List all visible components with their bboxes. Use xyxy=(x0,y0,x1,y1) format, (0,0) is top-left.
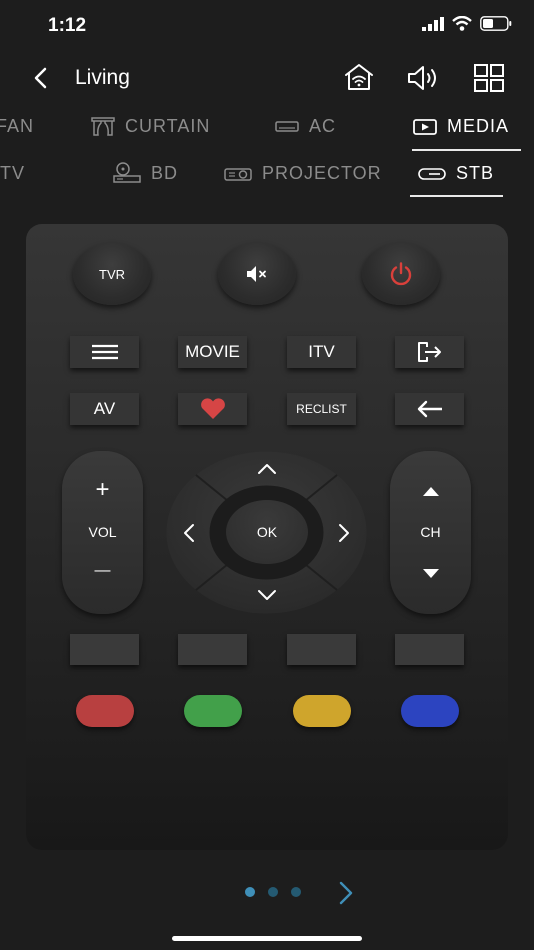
function-button-1[interactable] xyxy=(70,634,139,665)
home-indicator[interactable] xyxy=(172,936,362,941)
mute-icon xyxy=(247,266,266,282)
power-button[interactable] xyxy=(362,243,440,305)
tab-media-label: MEDIA xyxy=(447,116,510,136)
chevron-left-icon xyxy=(34,67,47,89)
red-button[interactable] xyxy=(76,695,134,727)
menu-button[interactable] xyxy=(70,336,139,368)
channel-label: CH xyxy=(420,524,441,540)
ac-icon xyxy=(275,120,299,132)
chevron-right-icon xyxy=(339,524,349,542)
channel-up-button[interactable] xyxy=(390,480,471,502)
tab-projector-label: PROJECTOR xyxy=(262,163,382,183)
dpad-up-button[interactable] xyxy=(252,458,282,480)
tab-bd-label: BD xyxy=(151,162,179,183)
heart-icon xyxy=(200,398,225,419)
av-button[interactable]: AV xyxy=(70,393,139,425)
tab-stb[interactable]: STB xyxy=(418,163,494,184)
dpad-left-button[interactable] xyxy=(178,518,200,548)
power-icon xyxy=(390,262,412,286)
dpad-down-button[interactable] xyxy=(252,584,282,606)
tab-stb-label: STB xyxy=(456,163,495,183)
media-icon xyxy=(413,118,437,135)
triangle-up-icon xyxy=(422,486,439,496)
bd-icon xyxy=(113,162,141,183)
sound-button[interactable] xyxy=(405,62,443,94)
volume-up-button[interactable]: + xyxy=(62,476,143,504)
speaker-icon xyxy=(408,66,436,90)
itv-button[interactable]: ITV xyxy=(287,336,356,368)
exit-button[interactable] xyxy=(395,336,464,368)
tab-tv-label: TV xyxy=(0,163,26,183)
tab-media[interactable]: MEDIA xyxy=(413,116,509,137)
tab-ac-label: AC xyxy=(309,116,337,136)
wifi-icon xyxy=(452,16,472,31)
page-dot-1[interactable] xyxy=(245,887,255,897)
projector-icon xyxy=(224,167,252,181)
tab-bd[interactable]: BD xyxy=(113,162,178,184)
favorite-button[interactable] xyxy=(178,393,247,425)
movie-button[interactable]: MOVIE xyxy=(178,336,247,368)
tab-curtain[interactable]: CURTAIN xyxy=(91,116,210,137)
tab-tv[interactable]: TV xyxy=(0,163,25,184)
status-time: 1:12 xyxy=(48,15,87,36)
blue-button[interactable] xyxy=(401,695,459,727)
ok-button[interactable]: OK xyxy=(226,500,308,564)
signal-icon xyxy=(422,16,444,31)
function-button-2[interactable] xyxy=(178,634,247,665)
reclist-label: RECLIST xyxy=(296,402,347,416)
tab-fan[interactable]: FAN xyxy=(0,116,34,137)
tvr-button[interactable]: TVR xyxy=(73,243,151,305)
next-page-button[interactable] xyxy=(336,880,356,906)
tab-media-underline xyxy=(412,149,521,151)
tvr-label: TVR xyxy=(99,266,125,282)
chevron-right-icon xyxy=(339,881,353,905)
volume-label: VOL xyxy=(88,524,117,540)
channel-down-button[interactable] xyxy=(390,562,471,584)
exit-icon xyxy=(417,342,441,362)
function-button-4[interactable] xyxy=(395,634,464,665)
grid-menu-button[interactable] xyxy=(472,62,506,94)
av-label: AV xyxy=(93,399,116,418)
page-title: Living xyxy=(75,66,130,89)
chevron-left-icon xyxy=(184,524,194,542)
network-home-button[interactable] xyxy=(341,60,377,94)
chevron-down-icon xyxy=(258,590,276,600)
stb-icon xyxy=(418,167,446,180)
page-dot-2[interactable] xyxy=(268,887,278,897)
back-button[interactable] xyxy=(28,66,52,90)
tab-projector[interactable]: PROJECTOR xyxy=(224,163,382,184)
tab-curtain-label: CURTAIN xyxy=(125,116,211,136)
tab-stb-underline xyxy=(410,195,503,197)
battery-icon xyxy=(480,16,512,31)
arrow-left-icon xyxy=(417,400,442,418)
home-wifi-icon xyxy=(345,64,373,90)
function-button-3[interactable] xyxy=(287,634,356,665)
dpad-right-button[interactable] xyxy=(333,518,355,548)
yellow-button[interactable] xyxy=(293,695,351,727)
movie-label: MOVIE xyxy=(185,342,240,361)
green-button[interactable] xyxy=(184,695,242,727)
volume-down-button[interactable]: — xyxy=(62,562,143,580)
ok-label: OK xyxy=(256,524,278,540)
triangle-down-icon xyxy=(422,568,439,578)
status-icons xyxy=(422,16,512,31)
back-arrow-button[interactable] xyxy=(395,393,464,425)
reclist-button[interactable]: RECLIST xyxy=(287,393,356,425)
itv-label: ITV xyxy=(308,342,335,361)
page-dot-3[interactable] xyxy=(291,887,301,897)
curtain-icon xyxy=(91,116,115,136)
menu-icon xyxy=(91,344,118,360)
tab-fan-label: FAN xyxy=(0,116,35,136)
mute-button[interactable] xyxy=(218,243,296,305)
grid-icon xyxy=(474,64,504,92)
chevron-up-icon xyxy=(258,464,276,474)
tab-ac[interactable]: AC xyxy=(275,116,336,137)
